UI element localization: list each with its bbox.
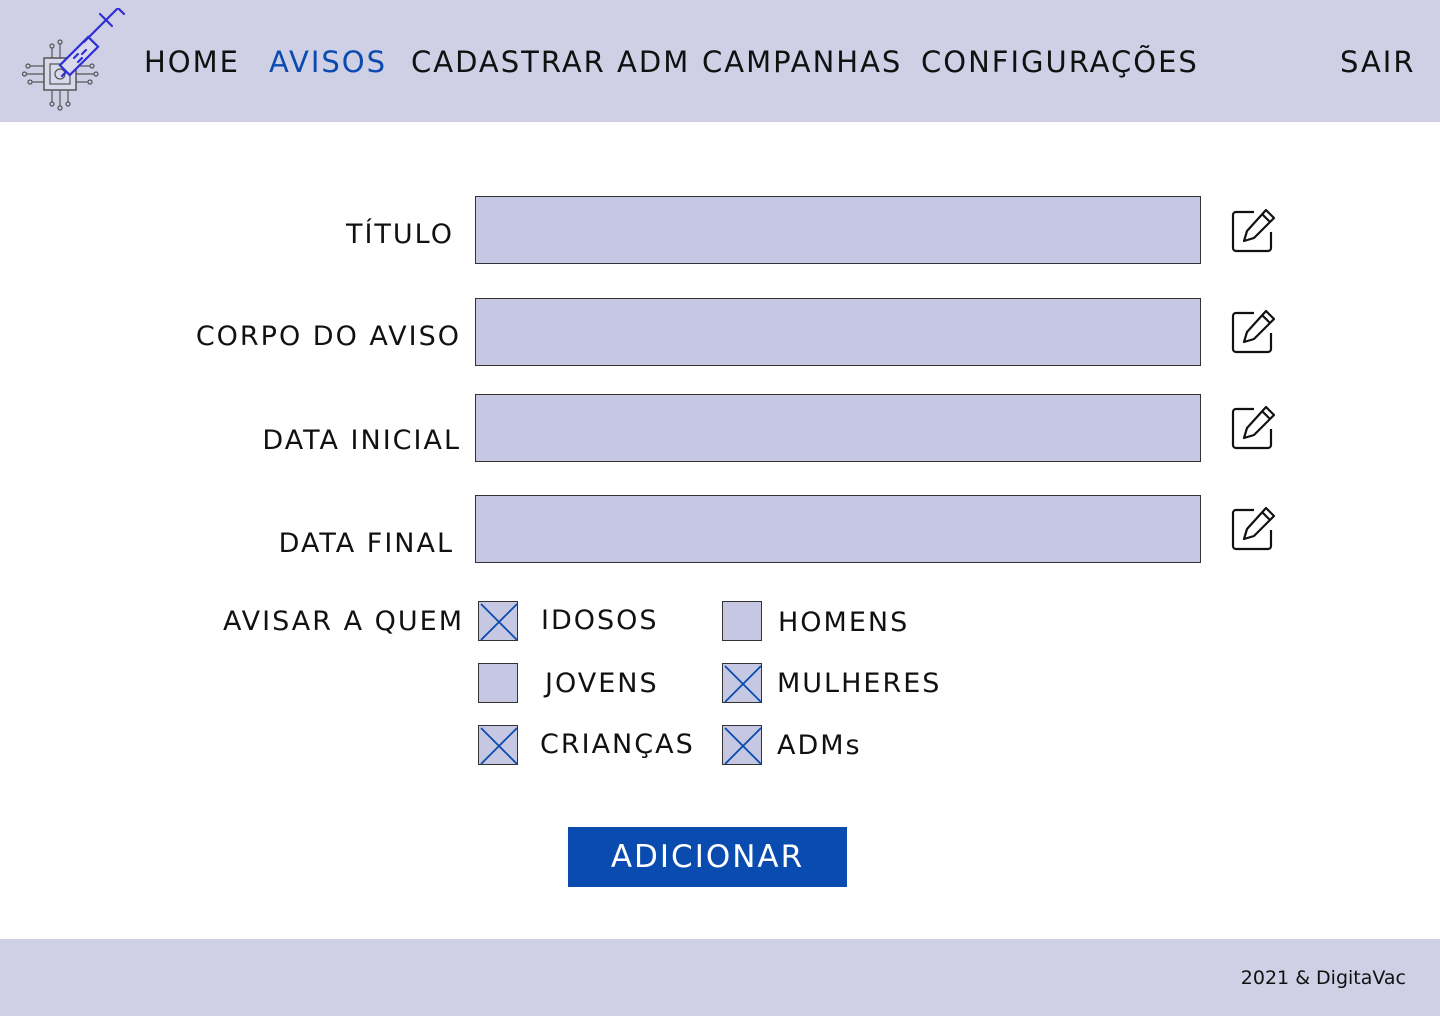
- add-button[interactable]: ADICIONAR: [568, 827, 847, 887]
- top-navbar: HOME AVISOS CADASTRAR ADM CAMPANHAS CONF…: [0, 0, 1440, 122]
- data-inicial-input[interactable]: [475, 394, 1201, 462]
- checkbox-jovens[interactable]: [478, 663, 518, 703]
- checkbox-label-adms: ADMs: [777, 730, 862, 761]
- audience-label: AVISAR A QUEM: [222, 606, 464, 637]
- field-label-titulo: TÍTULO: [345, 219, 454, 250]
- checkbox-label-jovens: JOVENS: [545, 668, 659, 699]
- nav-campanhas[interactable]: CAMPANHAS: [702, 42, 902, 82]
- corpo-input[interactable]: [475, 298, 1201, 366]
- nav-cadastrar-adm[interactable]: CADASTRAR ADM: [411, 42, 690, 82]
- checkbox-label-idosos: IDOSOS: [541, 605, 659, 636]
- footer: 2021 & DigitaVac: [0, 939, 1440, 1016]
- syringe-chip-icon[interactable]: [21, 0, 132, 114]
- field-label-data-final: DATA FINAL: [278, 528, 454, 559]
- checkbox-label-criancas: CRIANÇAS: [540, 729, 695, 760]
- edit-icon[interactable]: [1228, 206, 1278, 256]
- field-label-data-inicial: DATA INICIAL: [262, 425, 461, 456]
- edit-icon[interactable]: [1228, 504, 1278, 554]
- checkbox-label-mulheres: MULHERES: [777, 668, 942, 699]
- footer-copyright: 2021 & DigitaVac: [1240, 967, 1406, 989]
- checkbox-criancas[interactable]: [478, 725, 518, 765]
- edit-icon[interactable]: [1228, 307, 1278, 357]
- edit-icon[interactable]: [1228, 403, 1278, 453]
- titulo-input[interactable]: [475, 196, 1201, 264]
- checkbox-mulheres[interactable]: [722, 663, 762, 703]
- checkbox-adms[interactable]: [722, 725, 762, 765]
- nav-home[interactable]: HOME: [144, 42, 240, 82]
- nav-avisos[interactable]: AVISOS: [269, 42, 387, 82]
- field-label-corpo: CORPO DO AVISO: [195, 321, 461, 352]
- checkbox-homens[interactable]: [722, 601, 762, 641]
- checkbox-label-homens: HOMENS: [778, 607, 910, 638]
- checkbox-idosos[interactable]: [478, 601, 518, 641]
- data-final-input[interactable]: [475, 495, 1201, 563]
- logout-link[interactable]: SAIR: [1340, 42, 1416, 82]
- nav-configuracoes[interactable]: CONFIGURAÇÕES: [921, 42, 1199, 82]
